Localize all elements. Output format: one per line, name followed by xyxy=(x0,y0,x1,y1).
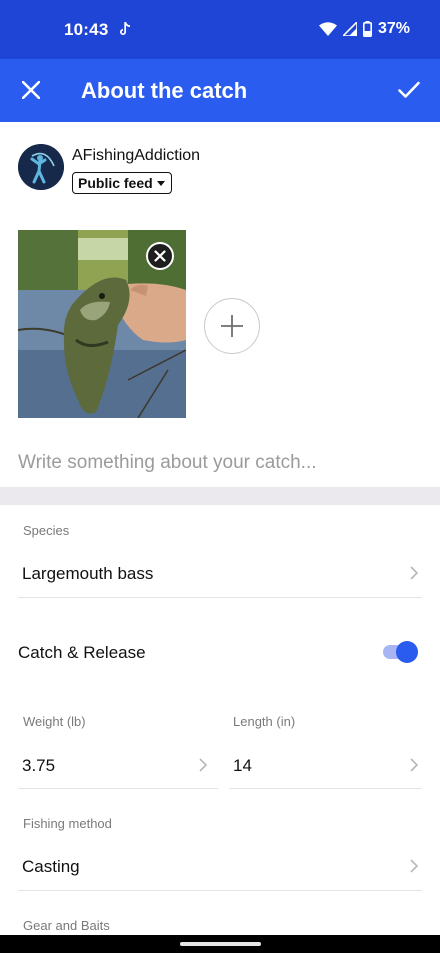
weight-value: 3.75 xyxy=(22,756,56,775)
row-divider xyxy=(229,788,422,789)
cell-signal-icon xyxy=(342,22,357,36)
chevron-right-icon xyxy=(410,859,419,873)
fisherman-logo-icon xyxy=(18,144,64,190)
feed-dropdown-label: Public feed xyxy=(78,175,153,191)
save-button[interactable] xyxy=(392,73,426,107)
username: AFishingAddiction xyxy=(72,147,201,164)
battery-percent: 37% xyxy=(377,20,410,37)
close-icon xyxy=(22,81,40,99)
battery-icon xyxy=(362,21,372,37)
home-gesture-handle[interactable] xyxy=(180,942,261,946)
status-bar: 10:43 37% xyxy=(0,0,440,59)
close-icon xyxy=(154,250,166,262)
catch-release-toggle[interactable] xyxy=(381,640,419,664)
page-title: About the catch xyxy=(81,78,248,103)
species-field[interactable]: Largemouth bass xyxy=(18,550,422,596)
weight-label: Weight (lb) xyxy=(23,714,86,729)
weight-field[interactable]: 3.75 xyxy=(18,742,218,788)
caption-input[interactable] xyxy=(18,449,422,477)
dropdown-caret-icon xyxy=(157,181,165,186)
row-divider xyxy=(18,890,422,891)
toggle-knob xyxy=(396,641,418,663)
status-time: 10:43 xyxy=(64,20,109,39)
catch-release-label: Catch & Release xyxy=(18,643,146,662)
length-field[interactable]: 14 xyxy=(229,742,422,788)
avatar xyxy=(18,144,64,190)
feed-dropdown[interactable]: Public feed xyxy=(72,172,172,194)
length-value: 14 xyxy=(233,756,252,775)
length-label: Length (in) xyxy=(233,714,296,729)
add-photo-button[interactable] xyxy=(204,298,260,354)
chevron-right-icon xyxy=(410,566,419,580)
fishing-method-field[interactable]: Casting xyxy=(18,843,422,889)
remove-photo-button[interactable] xyxy=(146,242,174,270)
chevron-right-icon xyxy=(199,758,208,772)
species-label: Species xyxy=(23,523,70,538)
wifi-icon xyxy=(318,22,337,36)
fishing-method-label: Fishing method xyxy=(23,816,112,831)
row-divider xyxy=(18,597,422,598)
plus-icon xyxy=(221,315,243,337)
section-divider xyxy=(0,487,440,505)
status-icons: 37% xyxy=(318,20,410,38)
app-bar: About the catch xyxy=(0,59,440,122)
gear-baits-label[interactable]: Gear and Baits xyxy=(23,918,110,933)
fishing-method-value: Casting xyxy=(22,857,80,876)
check-icon xyxy=(398,81,420,98)
close-button[interactable] xyxy=(14,73,48,107)
row-divider xyxy=(18,788,218,789)
chevron-right-icon xyxy=(410,758,419,772)
species-value: Largemouth bass xyxy=(22,564,154,583)
tiktok-notification-icon xyxy=(120,22,130,35)
